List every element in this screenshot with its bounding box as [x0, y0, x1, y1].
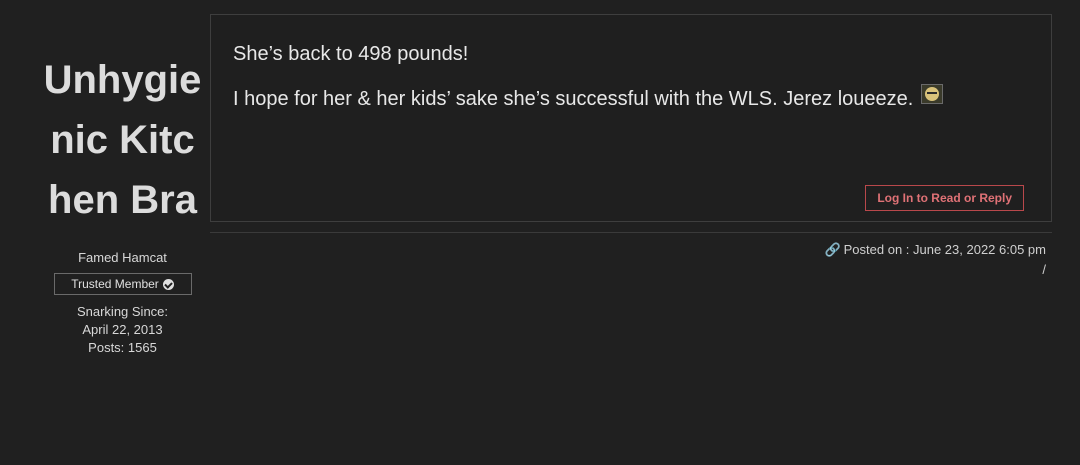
forum-post-page: Unhygienic Kitchen Bra Famed Hamcat Trus… [0, 0, 1080, 465]
author-name[interactable]: Unhygienic Kitchen Bra [40, 50, 205, 230]
sunglasses-smiley-icon [921, 83, 944, 104]
link-icon[interactable]: 🔗 [824, 242, 840, 257]
post-text-line-1: She’s back to 498 pounds! [233, 43, 469, 65]
check-circle-icon [162, 278, 174, 290]
badge-label: Trusted Member [71, 277, 159, 291]
post-meta: 🔗 Posted on : June 23, 2022 6:05 pm / [824, 240, 1046, 280]
login-to-reply-button[interactable]: Log In to Read or Reply [865, 185, 1024, 211]
posted-on-text: Posted on : June 23, 2022 6:05 pm [843, 242, 1046, 257]
trusted-member-badge: Trusted Member [53, 273, 192, 295]
post-body: She’s back to 498 pounds! I hope for her… [210, 14, 1052, 222]
post-divider [210, 232, 1052, 233]
posted-on-row[interactable]: 🔗 Posted on : June 23, 2022 6:05 pm [824, 240, 1046, 260]
author-rank: Famed Hamcat [78, 250, 167, 265]
post-count: Posts: 1565 [88, 340, 157, 355]
snarking-since-date: April 22, 2013 [82, 322, 163, 337]
post-text-line-2: I hope for her & her kids’ sake she’s su… [233, 83, 944, 111]
post-text-line-2-text: I hope for her & her kids’ sake she’s su… [233, 88, 914, 110]
meta-slash: / [1042, 262, 1046, 277]
snarking-since-label: Snarking Since: [76, 304, 169, 319]
author-column: Unhygienic Kitchen Bra Famed Hamcat Trus… [40, 50, 205, 357]
author-meta: Snarking Since: April 22, 2013 Posts: 15… [40, 303, 205, 357]
